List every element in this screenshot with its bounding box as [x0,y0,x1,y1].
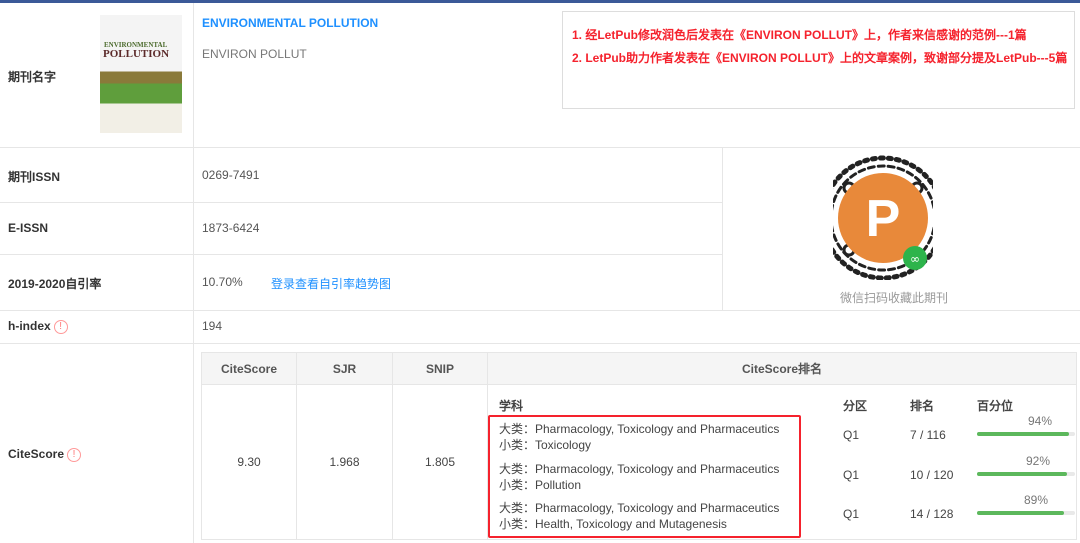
cover-title: POLLUTION [103,48,170,60]
notice-link[interactable]: 1. 经LetPub修改润色后发表在《ENVIRON POLLUT》上，作者来信… [572,26,1027,43]
hindex-value: 194 [202,319,223,333]
letpub-notice-box: 1. 经LetPub修改润色后发表在《ENVIRON POLLUT》上，作者来信… [562,11,1075,109]
citescore-label: CiteScore [8,447,65,461]
snip-value: 1.805 [393,385,488,539]
svg-text:P: P [866,190,901,248]
issn-value: 0269-7491 [202,168,260,182]
rank-header: 排名 [910,399,935,413]
divider [0,343,1080,344]
rank: 10 / 120 [910,467,954,482]
divider [193,3,194,543]
percentile-label: 89% [1024,493,1049,507]
divider [0,147,1080,148]
qr-caption: 微信扫码收藏此期刊 [840,291,949,305]
journal-abbr: ENVIRON POLLUT [202,47,307,61]
percentile-bar [977,432,1075,436]
self-cite-label: 2019-2020自引率 [8,277,102,291]
col-header: SNIP [393,353,488,385]
qr-code-icon: P ∞ [833,155,933,280]
citescore-value: 9.30 [202,385,297,539]
percentile-bar [977,471,1075,476]
quartile: Q1 [843,428,860,442]
percentile-label: 94% [1028,414,1053,428]
journal-cover-image: ENVIRONMENTAL POLLUTION [100,15,182,133]
rank: 7 / 116 [910,428,946,442]
rank-header: 分区 [843,399,868,413]
divider [722,147,723,310]
percentile-bar-fill [977,511,1065,515]
journal-full-name[interactable]: ENVIRONMENTAL POLLUTION [202,16,378,30]
divider [0,202,722,203]
highlight-box [488,415,801,538]
rank-header: 学科 [499,399,524,413]
self-cite-value: 10.70% [202,275,243,289]
journal-name-label: 期刊名字 [8,70,57,84]
quartile: Q1 [843,467,860,482]
divider [0,310,1080,311]
percentile-bar-fill [977,471,1068,476]
issn-label: 期刊ISSN [8,170,61,184]
notice-link[interactable]: 2. LetPub助力作者发表在《ENVIRON POLLUT》上的文章案例，致… [572,49,1067,66]
col-header: CiteScore [202,353,297,385]
percentile-bar-fill [977,432,1070,436]
sjr-value: 1.968 [297,385,393,539]
col-header: SJR [297,353,393,385]
percentile-bar [977,511,1075,515]
svg-text:∞: ∞ [910,252,920,266]
info-icon[interactable]: ! [53,319,68,334]
percentile-label: 92% [1026,453,1051,468]
eissn-label: E-ISSN [8,221,49,235]
eissn-value: 1873-6424 [202,221,260,235]
info-icon[interactable]: ! [67,447,82,462]
citescore-label-wrap: CiteScore! [8,447,82,462]
col-header: CiteScore排名 [488,353,1076,385]
hindex-label-wrap: h-index! [8,319,68,334]
self-cite-trend-link[interactable]: 登录查看自引率趋势图 [271,275,391,292]
rank: 14 / 128 [910,507,954,521]
top-bar [0,0,1080,3]
divider [0,254,722,255]
rank-header: 百分位 [977,399,1014,413]
hindex-label: h-index [8,319,51,333]
quartile: Q1 [843,507,860,521]
